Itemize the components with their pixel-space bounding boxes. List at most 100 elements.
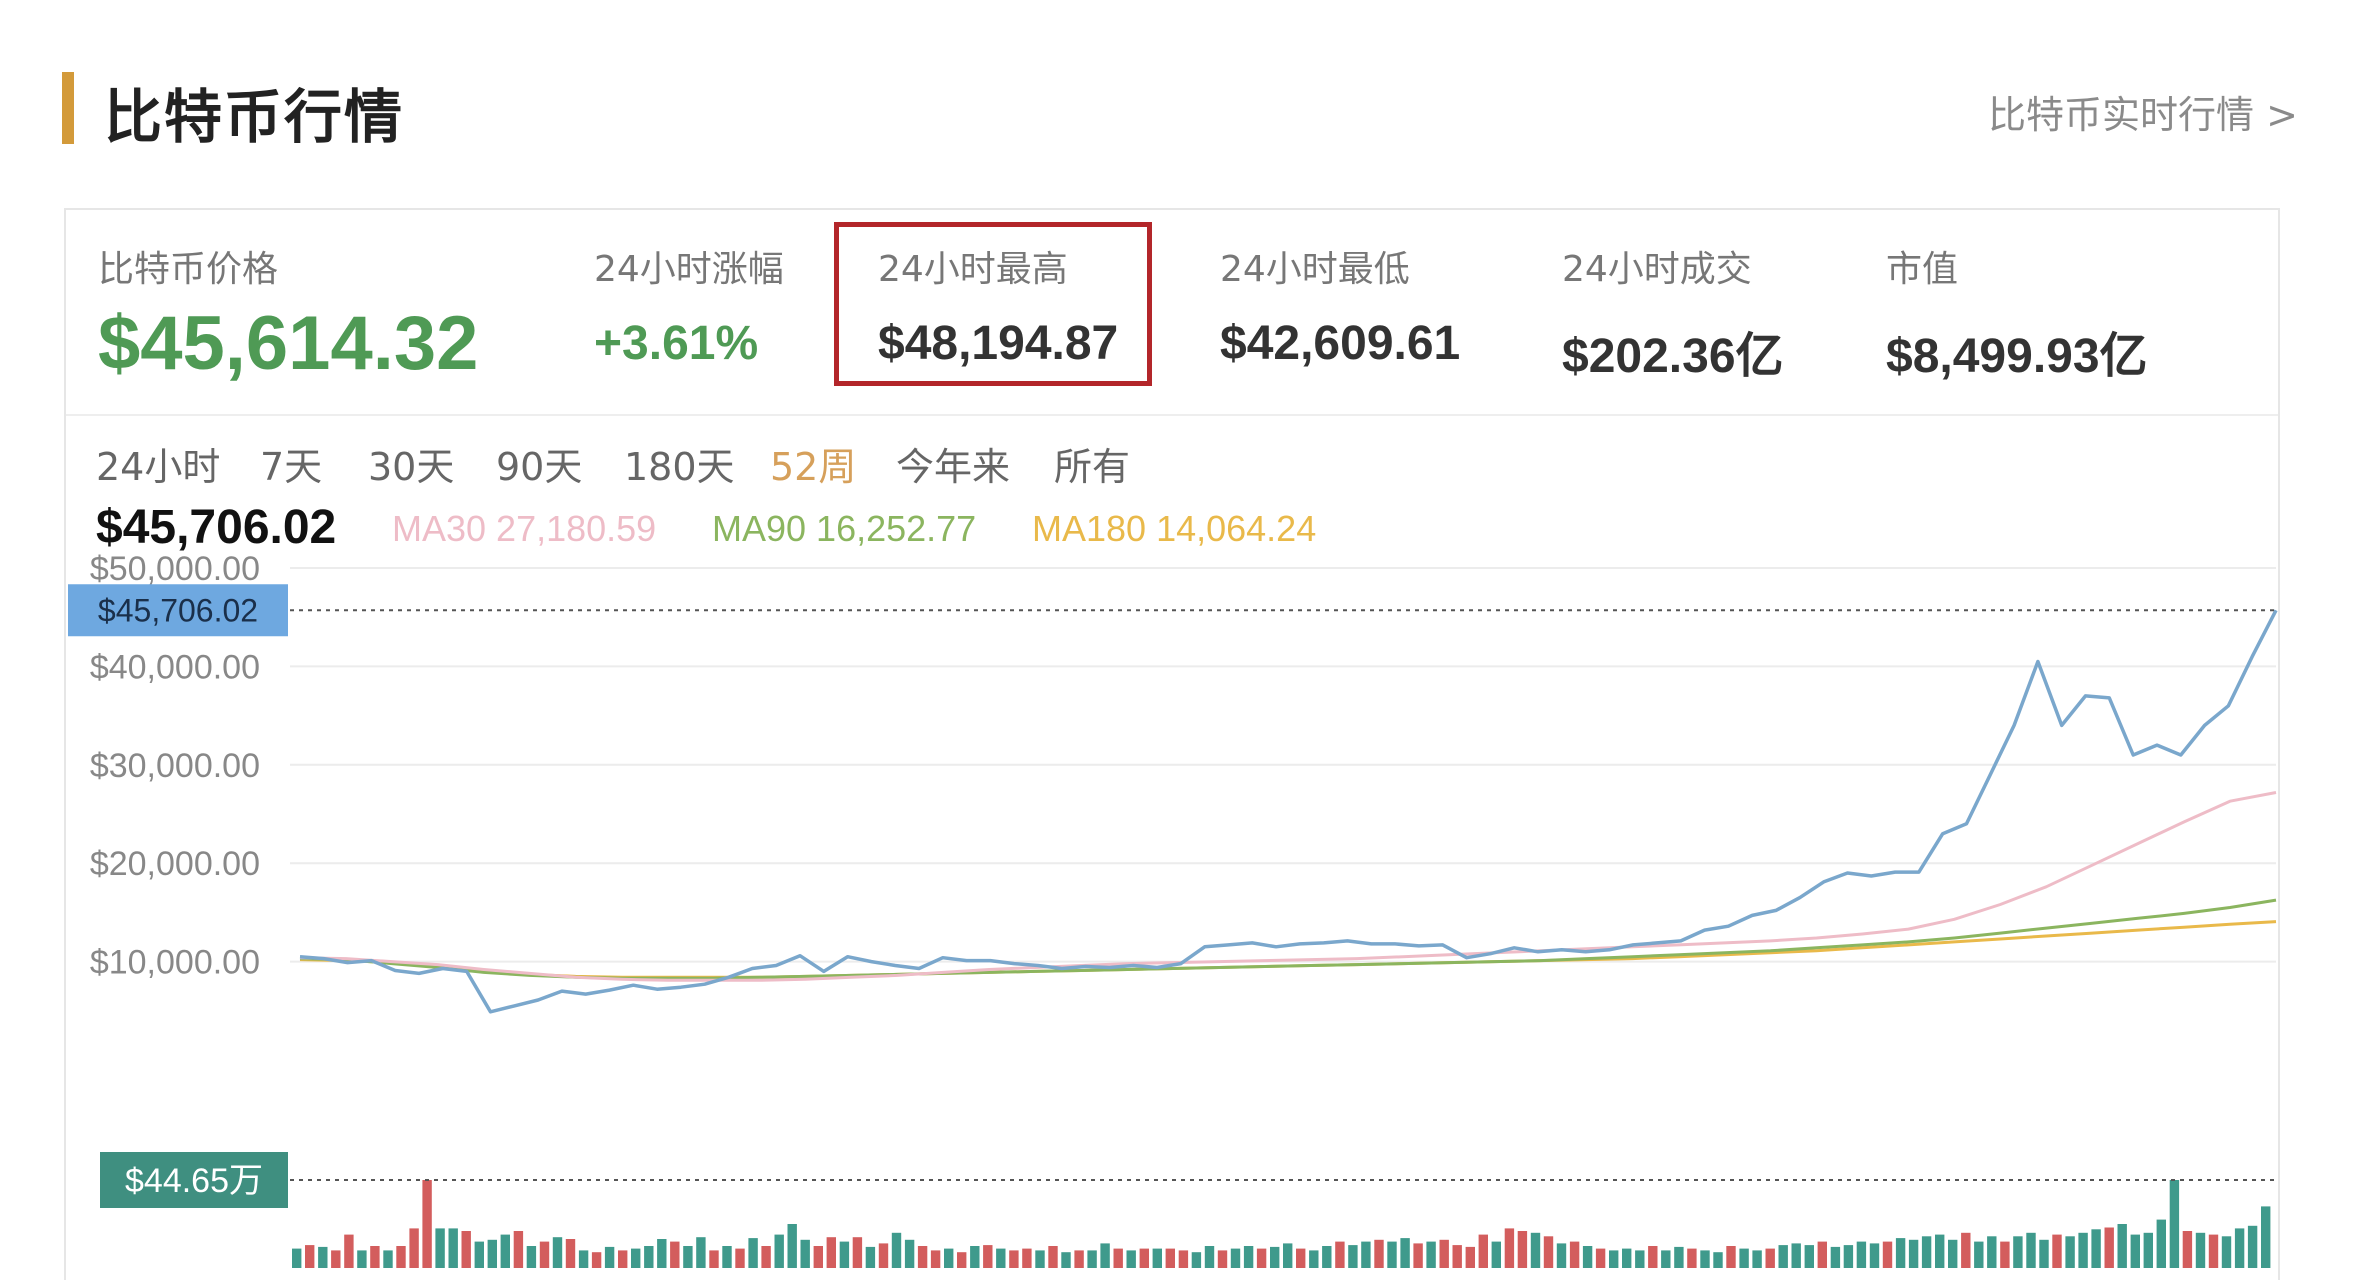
volume-bar [1374,1239,1384,1268]
volume-bar [1256,1248,1267,1268]
volume-bar [500,1234,510,1268]
volume-bar [2143,1232,2153,1268]
price-line [299,609,2278,1014]
volume-bar [1908,1239,1919,1268]
volume-bar [1296,1248,1306,1268]
volume-bar [2130,1234,2140,1268]
volume-bar [618,1250,628,1268]
volume-bar [1309,1250,1319,1268]
volume-bar [1191,1252,1202,1268]
volume-bar [539,1241,550,1268]
volume-bar [1648,1246,1658,1268]
volume-bar [1465,1246,1475,1268]
volume-bar [2182,1231,2193,1268]
volume-bar [1791,1243,1801,1268]
volume-bar [1061,1252,1071,1268]
volume-bar [696,1237,706,1268]
bitcoin-market-panel: 比特币行情 比特币实时行情 > 比特币价格 $45,614.32 24小时涨幅 … [0,0,2360,1280]
volume-bar [1961,1232,1971,1268]
volume-bar [1739,1248,1749,1268]
price-chart: $50,000.00 $40,000.00 $30,000.00 $20,000.00… [68,550,2278,1268]
volume-bar [2208,1234,2219,1268]
volume-bar [735,1248,745,1268]
volume-bar [1270,1246,1280,1268]
volume-bar [670,1241,680,1268]
volume-bar [774,1234,784,1268]
volume-bar [370,1246,380,1268]
volume-bar [957,1252,967,1268]
volume-bar [2013,1236,2023,1268]
volume-bar [1752,1250,1762,1268]
volume-bar [865,1246,876,1268]
volume-bar [1609,1250,1619,1268]
volume-bar [1778,1245,1788,1268]
volume-bar [1152,1248,1162,1268]
price-marker-label: $45,706.02 [98,592,258,628]
volume-bar [2000,1241,2010,1268]
volume-bar [1217,1250,1228,1268]
volume-bar [2117,1224,2127,1268]
volume-bar [448,1228,458,1268]
volume-bar [644,1246,654,1268]
y-tick-label: $10,000.00 [90,944,260,982]
volume-bar [1530,1232,1541,1268]
volume-bar [591,1252,602,1268]
volume-bar [1765,1248,1775,1268]
volume-bar [422,1180,432,1268]
volume-bar [1413,1243,1423,1268]
volume-bar [2221,1236,2232,1268]
volume-bar [1178,1250,1189,1268]
volume-bar [292,1248,302,1268]
volume-bar [383,1250,393,1268]
volume-bar [1126,1250,1136,1268]
volume-bar [357,1250,367,1268]
volume-bar [435,1228,445,1268]
volume-bar [1843,1245,1854,1268]
volume-bar [578,1250,589,1268]
volume-bar [2104,1227,2114,1268]
y-tick-label: $20,000.00 [90,845,260,883]
volume-bar [565,1239,576,1268]
volume-bar [2065,1236,2075,1268]
volume-bar [474,1241,484,1268]
volume-bar [983,1245,993,1268]
volume-bar [1856,1241,1867,1268]
volume-bar [1556,1243,1567,1268]
volume-bar [1674,1246,1684,1268]
volume-bar [1491,1241,1501,1268]
volume-bar [526,1246,537,1268]
volume-bar [2169,1180,2180,1268]
volume-bar [2261,1206,2271,1268]
volume-bar [1830,1246,1841,1268]
volume-bar [1426,1241,1436,1268]
volume-bar [1452,1245,1462,1268]
volume-bar [318,1246,328,1268]
volume-bar [1283,1243,1293,1268]
volume-bar [1817,1241,1827,1268]
volume-bar [1361,1241,1371,1268]
volume-bar [1974,1241,1984,1268]
volume-bar [344,1234,354,1268]
volume-bar [1622,1248,1632,1268]
volume-bar [1713,1252,1723,1268]
volume-bar [1139,1248,1149,1268]
y-tick-label: $40,000.00 [90,648,260,686]
volume-bar [1700,1250,1710,1268]
volume-bar [552,1237,563,1268]
ma30-line [299,791,2277,982]
volume-bar [944,1248,954,1268]
volume-bar [852,1237,863,1268]
volume-bar [1543,1236,1554,1268]
ma180-line [299,920,2277,979]
volume-bar [1921,1236,1932,1268]
volume-bar [813,1246,823,1268]
volume-bar [1087,1250,1097,1268]
volume-bar [1035,1250,1045,1268]
volume-bar [1322,1246,1332,1268]
volume-bar [2195,1232,2206,1268]
volume-bar [1948,1239,1958,1268]
volume-bar [1726,1246,1736,1268]
volume-bar [2247,1225,2258,1268]
volume-bar [1517,1231,1528,1268]
volume-bar [657,1239,667,1268]
